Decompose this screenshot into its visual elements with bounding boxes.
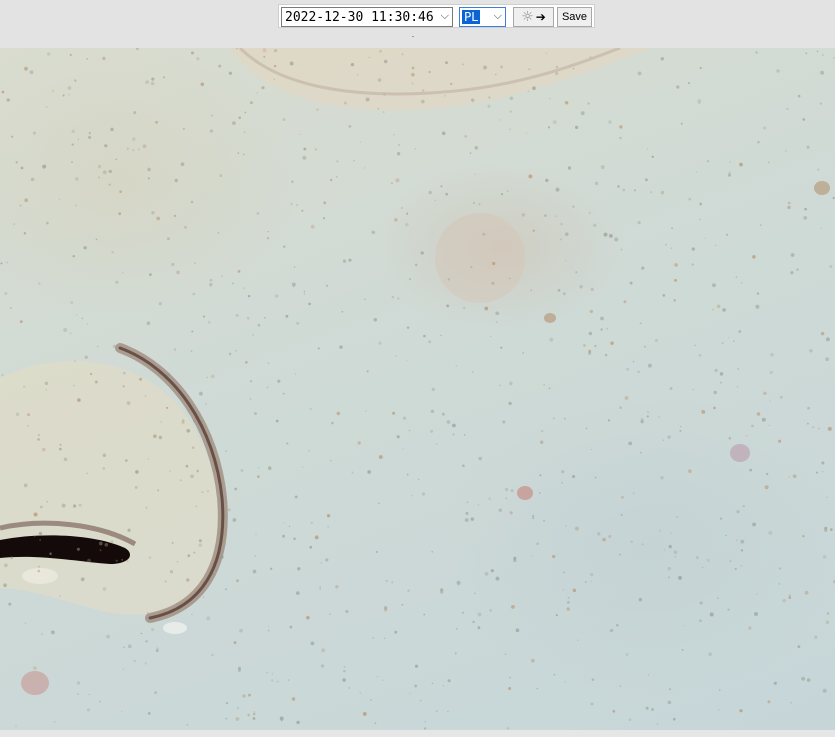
toolbar-band: 2022-12-30 11:30:46 ⌵ PL ⌵ ☼ ➔ Save — [0, 0, 835, 48]
skin-image — [0, 48, 835, 730]
light-toggle-button[interactable]: ☼ ➔ — [513, 7, 554, 27]
datetime-select[interactable]: 2022-12-30 11:30:46 ⌵ — [281, 7, 453, 27]
save-button[interactable]: Save — [557, 7, 592, 27]
chevron-down-icon: ⌵ — [493, 9, 502, 22]
sun-icon: ☼ — [521, 9, 534, 25]
status-strip — [0, 730, 835, 737]
datetime-value: 2022-12-30 11:30:46 — [285, 9, 434, 25]
mode-select[interactable]: PL ⌵ — [459, 7, 506, 27]
arrow-right-icon: ➔ — [535, 10, 546, 24]
mode-value: PL — [462, 10, 480, 24]
toolbar: 2022-12-30 11:30:46 ⌵ PL ⌵ ☼ ➔ Save — [278, 4, 595, 28]
divider-mark — [412, 36, 414, 37]
chevron-down-icon: ⌵ — [440, 9, 449, 22]
image-viewer[interactable] — [0, 48, 835, 730]
